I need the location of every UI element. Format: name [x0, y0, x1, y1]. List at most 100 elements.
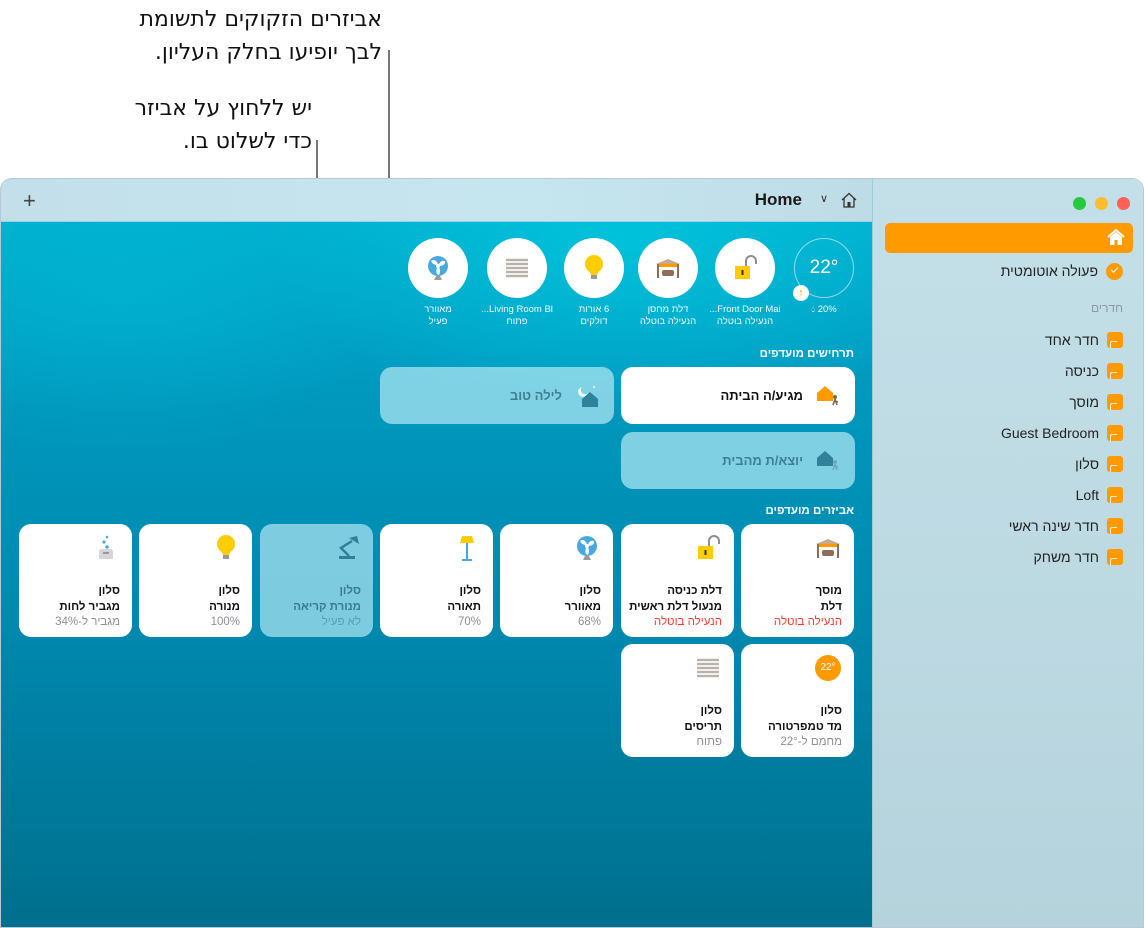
scene-label: לילה טוב — [509, 388, 562, 403]
toolbar: + Home ∨ — [1, 179, 872, 222]
callout-line: לבך יופיעו בחלק העליון. — [154, 40, 382, 65]
arrive-home-icon — [817, 385, 839, 405]
tile-status: 100% — [210, 616, 240, 628]
tile-status: מחמם ל-22° — [780, 736, 842, 748]
scene-leave-home[interactable]: יוצא/ת מהבית — [621, 432, 855, 489]
favorite-scenes-title: תרחישים מועדפים — [759, 348, 854, 360]
status-item-fan[interactable]: מאוורר פעיל — [393, 238, 483, 328]
tile-room: סלון — [339, 585, 361, 597]
tile-status: פתוח — [696, 736, 722, 748]
room-icon — [1107, 518, 1123, 534]
fan-icon — [573, 534, 601, 562]
status-climate[interactable]: 22° ↑ 20% 💧︎ — [779, 238, 869, 316]
tile-status: לא פעיל — [321, 616, 361, 628]
blinds-icon — [694, 654, 722, 682]
accessory-tile-blinds[interactable]: סלון תריסים פתוח — [621, 644, 734, 757]
accessory-tile-reading-lamp[interactable]: סלון מנורת קריאה לא פעיל — [260, 524, 373, 637]
room-icon — [1107, 487, 1123, 503]
tile-status: הנעילה בוטלה — [653, 616, 722, 628]
tile-room: סלון — [579, 585, 601, 597]
sidebar-room[interactable]: מוסך — [1069, 392, 1123, 412]
tile-room: סלון — [98, 585, 120, 597]
room-icon — [1107, 394, 1123, 410]
status-item-lights[interactable]: 6 אורות דולקים — [549, 238, 639, 328]
tile-status: 68% — [577, 616, 601, 628]
tile-room: סלון — [820, 705, 842, 717]
add-button[interactable]: + — [23, 188, 36, 214]
tile-room: דלת כניסה — [667, 585, 722, 597]
home-icon[interactable] — [840, 191, 858, 209]
tile-name: מאוורר — [564, 601, 601, 613]
tile-name: תאורה — [447, 601, 481, 613]
scene-label: מגיע/ה הביתה — [720, 388, 803, 403]
scene-good-night[interactable]: לילה טוב — [380, 367, 614, 424]
lightbulb-icon — [585, 255, 603, 279]
leave-home-icon — [817, 450, 839, 470]
sidebar-room[interactable]: Loft — [1076, 485, 1123, 505]
lock-open-icon — [694, 534, 722, 562]
tile-room: סלון — [459, 585, 481, 597]
sidebar-room[interactable]: חדר אחד — [1045, 330, 1123, 350]
fan-icon — [428, 256, 448, 280]
status-item-blinds[interactable]: Living Room Bl... פתוח — [472, 238, 562, 328]
desk-lamp-icon — [333, 534, 361, 562]
scene-label: יוצא/ת מהבית — [722, 453, 803, 468]
sidebar: פעולה אוטומטית חדרים חדר אחד כניסה מוסך … — [872, 179, 1143, 927]
garage-icon — [656, 259, 680, 278]
status-item-front-door[interactable]: Front Door Mai... הנעילה בוטלה — [700, 238, 790, 328]
sidebar-item-automation[interactable]: פעולה אוטומטית — [1001, 261, 1123, 281]
home-app-window: + Home ∨ 22° ↑ 20% 💧︎ Front Door Mai... ה… — [0, 178, 1144, 928]
accessory-tile-thermostat[interactable]: 22° סלון מד טמפרטורה מחמם ל-22° — [741, 644, 854, 757]
thermostat-icon: 22° — [814, 654, 842, 682]
sidebar-item-label: פעולה אוטומטית — [1000, 263, 1098, 279]
tile-name: מנעול דלת ראשית — [629, 601, 722, 613]
tile-name: דלת — [820, 601, 842, 613]
accessory-tile-humidifier[interactable]: סלון מגביר לחות מגביר ל-34% — [19, 524, 132, 637]
accessory-tile-front-door-lock[interactable]: דלת כניסה מנעול דלת ראשית הנעילה בוטלה — [621, 524, 734, 637]
room-icon — [1107, 549, 1123, 565]
lightbulb-icon — [212, 534, 240, 562]
tile-room: סלון — [700, 705, 722, 717]
accessory-tile-fan[interactable]: סלון מאוורר 68% — [500, 524, 613, 637]
accessory-tile-garage-door[interactable]: מוסך דלת הנעילה בוטלה — [741, 524, 854, 637]
favorite-accessories-title: אביזרים מועדפים — [765, 505, 854, 517]
sidebar-room[interactable]: חדר משחק — [1033, 547, 1123, 567]
tile-name: מנורה — [209, 601, 240, 613]
humidifier-icon — [92, 534, 120, 562]
callout-line: יש ללחוץ על אביזר — [134, 96, 312, 121]
tile-status: 70% — [457, 616, 481, 628]
blinds-icon — [506, 258, 528, 278]
sidebar-room[interactable]: Guest Bedroom — [1001, 423, 1123, 443]
good-night-icon — [578, 385, 598, 407]
callout-click-accessory: יש ללחוץ על אביזר כדי לשלוט בו. — [135, 92, 312, 158]
temperature-value: 22° — [809, 257, 839, 278]
minimize-button[interactable] — [1095, 197, 1108, 210]
close-button[interactable] — [1117, 197, 1130, 210]
home-selector[interactable]: Home — [755, 190, 802, 210]
sidebar-item-home[interactable] — [885, 223, 1133, 253]
accessory-tile-lamp[interactable]: סלון מנורה 100% — [139, 524, 252, 637]
thermostat-badge: 22° — [815, 655, 841, 681]
tile-status: מגביר ל-34% — [55, 616, 120, 628]
tile-name: מד טמפרטורה — [767, 721, 842, 733]
tile-room: סלון — [218, 585, 240, 597]
room-icon — [1107, 456, 1123, 472]
tile-name: מגביר לחות — [59, 601, 120, 613]
accessory-tile-lighting[interactable]: סלון תאורה 70% — [380, 524, 493, 637]
room-icon — [1107, 332, 1123, 348]
sidebar-room[interactable]: כניסה — [1065, 361, 1123, 381]
main-pane: + Home ∨ 22° ↑ 20% 💧︎ Front Door Mai... ה… — [1, 179, 872, 927]
tile-name: מנורת קריאה — [293, 601, 361, 613]
sidebar-room[interactable]: חדר שינה ראשי — [1009, 516, 1123, 536]
callout-line: אביזרים הזקוקים לתשומת — [139, 7, 382, 32]
tile-status: הנעילה בוטלה — [773, 616, 842, 628]
climate-ring[interactable]: 22° ↑ — [793, 238, 854, 301]
zoom-button[interactable] — [1073, 197, 1086, 210]
floor-lamp-icon — [453, 534, 481, 562]
sidebar-room[interactable]: סלון — [1075, 454, 1123, 474]
scene-arrive-home[interactable]: מגיע/ה הביתה — [621, 367, 855, 424]
lock-open-icon — [735, 255, 757, 279]
chevron-down-icon[interactable]: ∨ — [820, 192, 828, 205]
droplet-icon: 💧︎ — [811, 304, 816, 315]
arrow-up-icon: ↑ — [793, 285, 809, 301]
